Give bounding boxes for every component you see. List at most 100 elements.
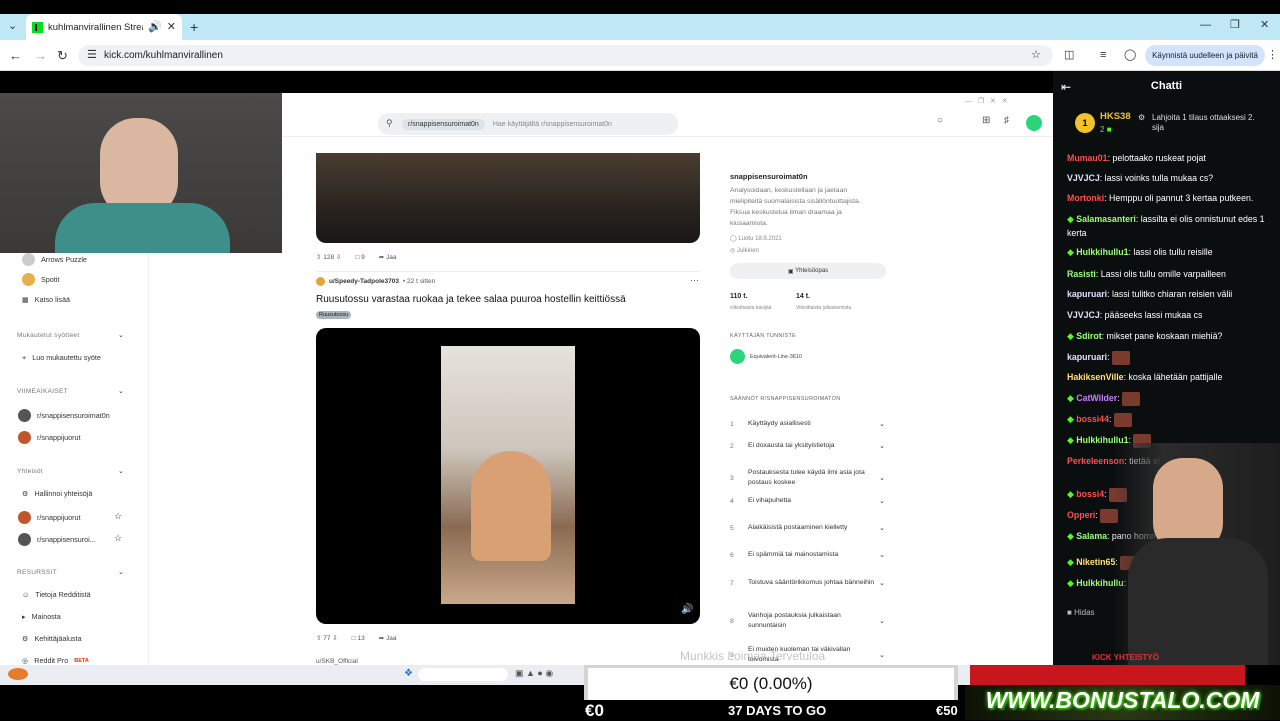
chat-username[interactable]: kapuruari: [1067, 289, 1107, 299]
rule-item[interactable]: 4 Ei vihapuhetta ⌄: [730, 496, 885, 506]
taskbar-search[interactable]: [418, 668, 508, 681]
create-custom-feed[interactable]: + Luo mukautettu syöte: [22, 353, 101, 362]
gifter-name[interactable]: HKS38: [1100, 111, 1131, 122]
chevron-down-icon[interactable]: ⌄: [118, 467, 124, 475]
chat-message[interactable]: kapuruari:: [1067, 350, 1272, 365]
post-image[interactable]: [316, 153, 700, 243]
site-settings-icon[interactable]: ☰: [87, 50, 97, 61]
custom-feeds-heading[interactable]: Mukautetut syötteet: [17, 332, 79, 339]
sidebar-item-arrows[interactable]: Arrows Puzzle: [22, 253, 87, 266]
chevron-down-icon[interactable]: ⌄: [879, 651, 885, 659]
rule-item[interactable]: 8 Vanhoja postauksia julkaistaan sunnunta…: [730, 611, 885, 631]
chat-username[interactable]: Salamasanteri: [1076, 214, 1136, 224]
chevron-down-icon[interactable]: ⌄: [118, 387, 124, 395]
mute-icon[interactable]: 🔊: [681, 604, 693, 615]
chat-message[interactable]: ◆ bossi44:: [1067, 412, 1272, 427]
resource-item[interactable]: ▸ Mainosta: [22, 612, 61, 621]
chat-username[interactable]: bossi4: [1076, 489, 1104, 499]
tab-search-chevron-icon[interactable]: ⌄: [8, 21, 17, 32]
comments-button[interactable]: □ 9: [355, 254, 364, 261]
resources-heading[interactable]: RESURSSIT: [17, 569, 57, 576]
chat-message[interactable]: Mortonki: Hemppu oli pannut 3 kertaa put…: [1067, 191, 1272, 205]
reload-icon[interactable]: ↻: [57, 49, 68, 62]
create-post-icon[interactable]: ⊞: [982, 115, 990, 126]
chevron-down-icon[interactable]: ⌄: [879, 420, 885, 428]
chat-username[interactable]: HakiksenVille: [1067, 372, 1124, 382]
chevron-down-icon[interactable]: ⌄: [879, 497, 885, 505]
chat-username[interactable]: bossi44: [1076, 414, 1109, 424]
chat-username[interactable]: Salama: [1076, 531, 1107, 541]
start-icon[interactable]: ❖: [404, 668, 413, 679]
chat-username[interactable]: kapuruari: [1067, 352, 1107, 362]
chevron-down-icon[interactable]: ⌄: [118, 331, 124, 339]
rule-item[interactable]: 3 Postauksesta tulee käydä ilmi asia jota…: [730, 468, 885, 488]
update-button[interactable]: Käynnistä uudelleen ja päivitä: [1145, 45, 1265, 66]
rule-item[interactable]: 6 Ei spämmiä tai mainostamista ⌄: [730, 550, 885, 560]
chevron-down-icon[interactable]: ⌄: [879, 442, 885, 450]
extensions-icon[interactable]: ◫: [1064, 50, 1074, 61]
avatar[interactable]: [1026, 115, 1042, 131]
chat-message[interactable]: VJVJCJ: pääseeks lassi mukaa cs: [1067, 308, 1272, 322]
chat-icon[interactable]: ○: [937, 115, 943, 126]
chat-message[interactable]: Mumau01: pelottaako ruskeat pojat: [1067, 151, 1272, 165]
menu-dots-icon[interactable]: ⋮: [1267, 50, 1278, 61]
gift-subscription-prompt[interactable]: ⚙ Lahjoita 1 tilaus ottaaksesi 2. sija: [1138, 113, 1268, 133]
chat-message[interactable]: Rasisti: Lassi olis tullu omille varpail…: [1067, 267, 1272, 281]
media-icon[interactable]: ≡: [1100, 50, 1106, 61]
url-input[interactable]: ☰ kick.com/kuhlmanvirallinen ☆: [78, 45, 1053, 66]
user-flair[interactable]: Equivalent-Line-3610: [730, 349, 802, 364]
taskbar-apps-icon[interactable]: ▣ ▲ ● ◉: [515, 668, 553, 679]
resource-item[interactable]: ☺ Tietoja Redditistä: [22, 590, 91, 599]
close-window-icon[interactable]: ✕: [1260, 20, 1269, 31]
chat-message[interactable]: kapuruari: lassi tulitko chiaran reisien…: [1067, 287, 1272, 301]
browser-tab[interactable]: kuhlmanvirallinen Stream - 🔊 ✕: [26, 14, 182, 40]
chat-username[interactable]: VJVJCJ: [1067, 310, 1100, 320]
chevron-down-icon[interactable]: ⌄: [118, 568, 124, 576]
chat-message[interactable]: ◆ Sdirot: mikset pane koskaan miehiä?: [1067, 329, 1272, 343]
resource-item[interactable]: ◎ Reddit Pro BETA: [22, 656, 89, 665]
favorite-star-icon[interactable]: ☆: [114, 533, 122, 544]
resource-item[interactable]: ⚙ Kehittäjäalusta: [22, 634, 82, 643]
notifications-icon[interactable]: ♯: [1004, 115, 1009, 126]
new-tab-icon[interactable]: +: [190, 20, 198, 34]
back-icon[interactable]: ←: [9, 49, 22, 62]
chevron-down-icon[interactable]: ⌄: [879, 524, 885, 532]
speaker-icon[interactable]: 🔊: [148, 21, 162, 33]
chat-message[interactable]: VJVJCJ: lassi voinks tulla mukaa cs?: [1067, 171, 1272, 185]
chat-username[interactable]: Rasisti: [1067, 269, 1096, 279]
manage-communities[interactable]: ⚙ Hallinnoi yhteisöjä: [22, 489, 92, 498]
chevron-down-icon[interactable]: ⌄: [879, 551, 885, 559]
bonus-banner[interactable]: WWW.BONUSTALO.COM: [965, 685, 1280, 720]
post-title[interactable]: Ruusutossu varastaa ruokaa ja tekee sala…: [316, 294, 626, 305]
reddit-search-input[interactable]: ⚲ r/snappisensuroimat0n Hae käyttäjältä …: [378, 113, 678, 135]
chevron-down-icon[interactable]: ⌄: [879, 579, 885, 587]
forward-icon[interactable]: →: [34, 49, 47, 62]
community-guide-button[interactable]: ▣ Yhteisöopas: [730, 263, 886, 279]
weather-icon[interactable]: [8, 668, 28, 680]
bookmark-star-icon[interactable]: ☆: [1031, 50, 1041, 61]
close-tab-icon[interactable]: ✕: [167, 21, 176, 33]
chat-username[interactable]: Hulkkihullu1: [1076, 247, 1128, 257]
chat-username[interactable]: VJVJCJ: [1067, 173, 1100, 183]
vote-group[interactable]: ⇧ 128 ⇩: [316, 253, 341, 261]
post-menu-icon[interactable]: ⋯: [690, 275, 699, 286]
community-item[interactable]: r/snappisensuroi...: [18, 533, 96, 546]
chevron-down-icon[interactable]: ⌄: [879, 617, 885, 625]
chevron-down-icon[interactable]: ⌄: [879, 474, 885, 482]
search-chip[interactable]: r/snappisensuroimat0n: [402, 118, 485, 130]
favorite-star-icon[interactable]: ☆: [114, 511, 122, 522]
chat-message[interactable]: ◆ Salamasanteri: lassilta ei olis onnist…: [1067, 212, 1272, 240]
profile-icon[interactable]: ◯: [1124, 50, 1136, 61]
sidebar-item-more[interactable]: ▦ Katso lisää: [22, 295, 70, 304]
next-post-author[interactable]: u/SKB_Official: [316, 658, 358, 665]
chat-username[interactable]: Sdirot: [1076, 331, 1101, 341]
recent-item[interactable]: r/snappijuorut: [18, 431, 81, 444]
post-author[interactable]: u/Speedy-Tadpole3703: [329, 278, 399, 285]
comments-button[interactable]: □ 13: [352, 635, 365, 642]
chat-username[interactable]: Niketin65: [1076, 557, 1115, 567]
post-video[interactable]: 🔊: [316, 328, 700, 624]
communities-heading[interactable]: Yhteisöt: [17, 468, 43, 475]
vote-group[interactable]: ⇧ 77 ⇩: [316, 634, 338, 642]
chat-message[interactable]: ◆ Hulkkihullu1: lassi olis tullu reisill…: [1067, 245, 1272, 259]
minimize-icon[interactable]: —: [1200, 20, 1211, 31]
